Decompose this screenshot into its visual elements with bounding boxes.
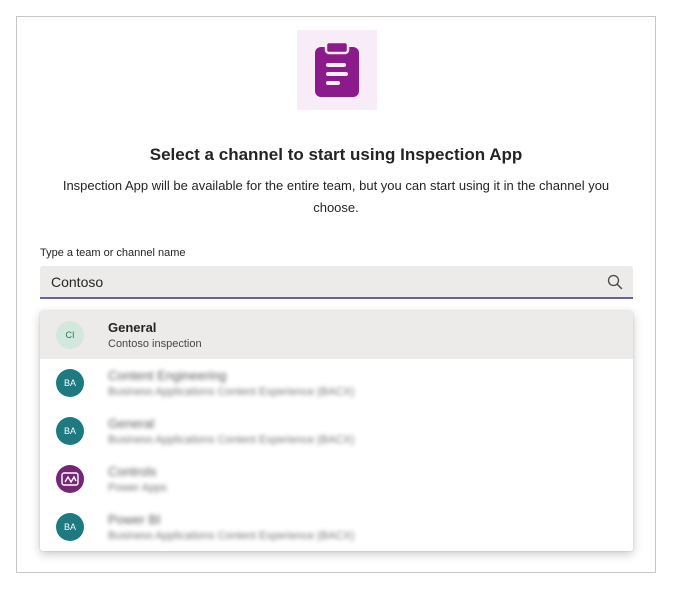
avatar: BA	[56, 417, 84, 445]
list-item-subtitle: Contoso inspection	[108, 338, 202, 350]
list-item-title: General	[108, 320, 157, 335]
app-logo	[297, 30, 377, 110]
avatar	[56, 465, 84, 493]
avatar: BA	[56, 513, 84, 541]
search-field-label: Type a team or channel name	[40, 247, 186, 259]
search-input-value[interactable]: Contoso	[51, 274, 103, 290]
channel-select-dialog: Select a channel to start using Inspecti…	[16, 16, 656, 573]
list-item-subtitle: Business Applications Content Experience…	[108, 530, 355, 542]
search-icon[interactable]	[607, 274, 623, 290]
list-item[interactable]: CI General Contoso inspection	[40, 311, 633, 359]
list-item-subtitle: Business Applications Content Experience…	[108, 434, 355, 446]
dialog-title: Select a channel to start using Inspecti…	[149, 145, 523, 164]
list-item[interactable]: BA Power BI Business Applications Conten…	[40, 503, 633, 551]
avatar: BA	[56, 369, 84, 397]
list-item-title: Power BI	[108, 512, 161, 527]
list-item[interactable]: Controls Power Apps	[40, 455, 633, 503]
avatar-initials: CI	[65, 330, 75, 340]
list-item-title: Content Engineering	[108, 368, 227, 383]
power-apps-icon	[61, 472, 79, 486]
list-item-subtitle: Power Apps	[108, 482, 167, 494]
avatar-initials: BA	[63, 522, 76, 532]
avatar-initials: BA	[63, 426, 76, 436]
list-item[interactable]: BA Content Engineering Business Applicat…	[40, 359, 633, 407]
search-input[interactable]: Contoso	[40, 266, 633, 299]
avatar: CI	[56, 321, 84, 349]
list-item-title: General	[108, 416, 155, 431]
list-item[interactable]: BA General Business Applications Content…	[40, 407, 633, 455]
avatar-initials: BA	[63, 378, 76, 388]
channel-results-list: CI General Contoso inspection BA Content…	[40, 311, 633, 551]
dialog-subtitle: Inspection App will be available for the…	[62, 178, 610, 215]
list-item-subtitle: Business Applications Content Experience…	[108, 386, 355, 398]
list-item-title: Controls	[108, 464, 157, 479]
clipboard-icon	[315, 41, 359, 97]
